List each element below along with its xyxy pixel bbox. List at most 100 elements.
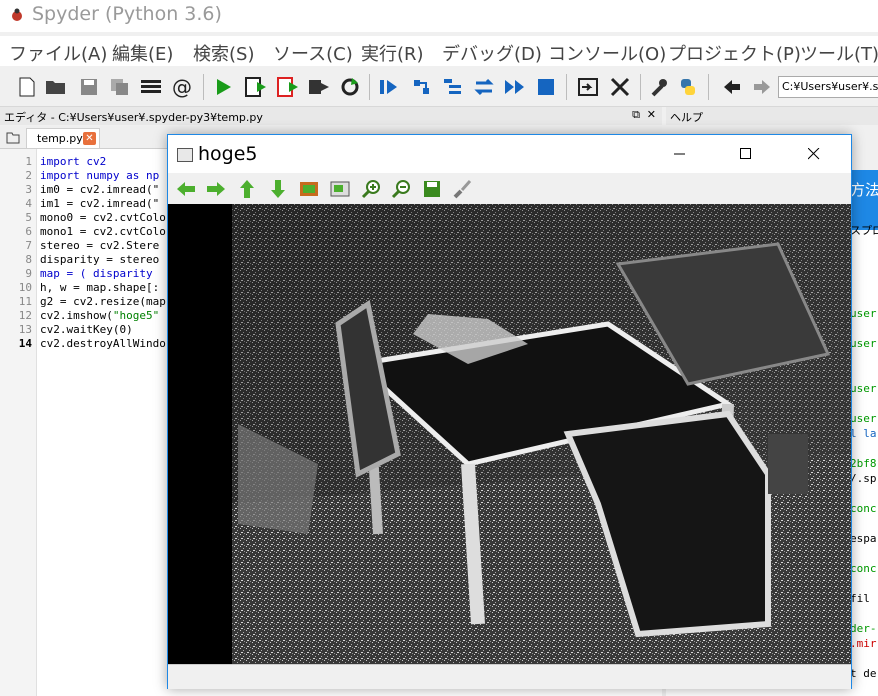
- minimize-button[interactable]: [657, 135, 703, 173]
- console-text: l la: [850, 427, 877, 440]
- code-line: im1 = cv2.imread(": [40, 197, 160, 210]
- line-number-current: 14: [18, 337, 32, 350]
- console-text: conc: [850, 562, 877, 575]
- code-line: stereo = cv2.Stere: [40, 239, 160, 252]
- popup-title-bar[interactable]: hoge5: [168, 135, 851, 173]
- maximize-pane-icon[interactable]: [576, 75, 600, 99]
- properties-brush-icon[interactable]: [452, 178, 474, 200]
- console-text: user: [850, 412, 877, 425]
- code-line: import numpy as np: [40, 169, 160, 182]
- stop-debug-icon[interactable]: [534, 75, 558, 99]
- window-app-icon: [177, 148, 193, 162]
- disparity-image[interactable]: [168, 204, 851, 664]
- opencv-window: hoge5: [167, 134, 852, 689]
- menu-console[interactable]: コンソール(O): [548, 40, 666, 66]
- tab-label: temp.py: [37, 132, 83, 145]
- close-button[interactable]: [791, 135, 837, 173]
- line-number: 5: [25, 211, 32, 224]
- step-return-icon[interactable]: [472, 75, 496, 99]
- zoom-in-icon[interactable]: [360, 178, 382, 200]
- save-image-icon[interactable]: [421, 178, 443, 200]
- line-number: 3: [25, 183, 32, 196]
- menu-run[interactable]: 実行(R): [361, 40, 424, 66]
- console-text: fil: [850, 592, 870, 605]
- at-sign-icon[interactable]: @: [170, 75, 194, 99]
- console-text: user: [850, 337, 877, 350]
- line-number-gutter: 1 2 3 4 5 6 7 8 9 10 11 12 13 14: [0, 149, 37, 696]
- help-pane-title-bar: ヘルプ: [666, 107, 878, 125]
- menu-file[interactable]: ファイル(A): [9, 40, 107, 66]
- pan-up-icon[interactable]: [236, 178, 258, 200]
- browse-tabs-icon[interactable]: [6, 130, 20, 144]
- line-number: 4: [25, 197, 32, 210]
- line-number: 9: [25, 267, 32, 280]
- close-pane-icon[interactable]: ✕: [647, 108, 656, 121]
- fullscreen-icon[interactable]: [608, 75, 632, 99]
- zoom-out-icon[interactable]: [390, 178, 412, 200]
- code-line: disparity = stereo: [40, 253, 160, 266]
- debug-icon[interactable]: [377, 75, 401, 99]
- run-cell-advance-icon[interactable]: [276, 75, 300, 99]
- console-text: 2bf8: [850, 457, 877, 470]
- console-text: user: [850, 307, 877, 320]
- forward-arrow-icon[interactable]: [750, 75, 774, 99]
- code-line: import cv2: [40, 155, 107, 168]
- popup-toolbar: [168, 174, 851, 204]
- rerun-icon[interactable]: [338, 75, 362, 99]
- step-into-icon[interactable]: [441, 75, 465, 99]
- zoom-original-icon[interactable]: [329, 178, 351, 200]
- step-icon[interactable]: [410, 75, 434, 99]
- pan-down-icon[interactable]: [267, 178, 289, 200]
- tab-temp-py[interactable]: temp.py ✕: [26, 128, 100, 148]
- menu-debug[interactable]: デバッグ(D): [442, 40, 542, 66]
- list-icon[interactable]: [139, 75, 163, 99]
- maximize-button[interactable]: [723, 135, 769, 173]
- run-icon[interactable]: [212, 75, 236, 99]
- help-pane-title: ヘルプ: [670, 111, 703, 124]
- menu-project[interactable]: プロジェクト(P): [668, 40, 801, 66]
- line-number: 8: [25, 253, 32, 266]
- code-line: cv2.waitKey(0): [40, 323, 133, 336]
- console-text: user: [850, 382, 877, 395]
- line-number: 13: [18, 323, 32, 336]
- close-tab-icon[interactable]: ✕: [83, 132, 96, 145]
- save-icon[interactable]: [77, 75, 101, 99]
- pan-right-icon[interactable]: [205, 178, 227, 200]
- editor-pane-title-bar: エディタ - C:¥Users¥user¥.spyder-py3¥temp.py…: [0, 107, 662, 125]
- pan-left-icon[interactable]: [175, 178, 197, 200]
- code-line: mono1 = cv2.cvtColo: [40, 225, 166, 238]
- popup-status-bar: [168, 664, 851, 689]
- zoom-fit-icon[interactable]: [298, 178, 320, 200]
- help-text: スプロ: [850, 224, 878, 237]
- open-file-icon[interactable]: [44, 75, 68, 99]
- continue-icon[interactable]: [503, 75, 527, 99]
- working-directory-input[interactable]: C:¥Users¥user¥.sp: [778, 76, 878, 98]
- console-text: espa: [850, 532, 877, 545]
- console-text: .mir: [850, 637, 877, 650]
- code-line: map = ( disparity: [40, 267, 153, 280]
- console-text: conc: [850, 502, 877, 515]
- new-file-icon[interactable]: [15, 75, 39, 99]
- toolbar-separator: [203, 74, 204, 100]
- menu-tools[interactable]: ツール(T): [800, 40, 878, 66]
- undock-icon[interactable]: ⧉: [632, 108, 640, 122]
- preferences-wrench-icon[interactable]: [647, 75, 671, 99]
- run-selection-icon[interactable]: [307, 75, 331, 99]
- main-toolbar: @: [0, 68, 878, 107]
- disparity-map-picture: [168, 204, 851, 664]
- run-cell-icon[interactable]: [244, 75, 268, 99]
- toolbar-separator: [369, 74, 370, 100]
- menu-search[interactable]: 検索(S): [193, 40, 254, 66]
- save-all-icon[interactable]: [108, 75, 132, 99]
- spyder-logo-icon: [12, 8, 22, 21]
- app-title: Spyder (Python 3.6): [32, 3, 222, 25]
- menu-edit[interactable]: 編集(E): [112, 40, 173, 66]
- back-arrow-icon[interactable]: [720, 75, 744, 99]
- editor-pane-title: エディタ - C:¥Users¥user¥.spyder-py3¥temp.py: [4, 111, 263, 124]
- menu-bar: ファイル(A) 編集(E) 検索(S) ソース(C) 実行(R) デバッグ(D)…: [0, 36, 878, 66]
- python-path-icon[interactable]: [676, 75, 700, 99]
- code-line: g2 = cv2.resize(map: [40, 295, 166, 308]
- help-banner-text: 方法: [850, 181, 878, 199]
- menu-source[interactable]: ソース(C): [273, 40, 353, 66]
- line-number: 6: [25, 225, 32, 238]
